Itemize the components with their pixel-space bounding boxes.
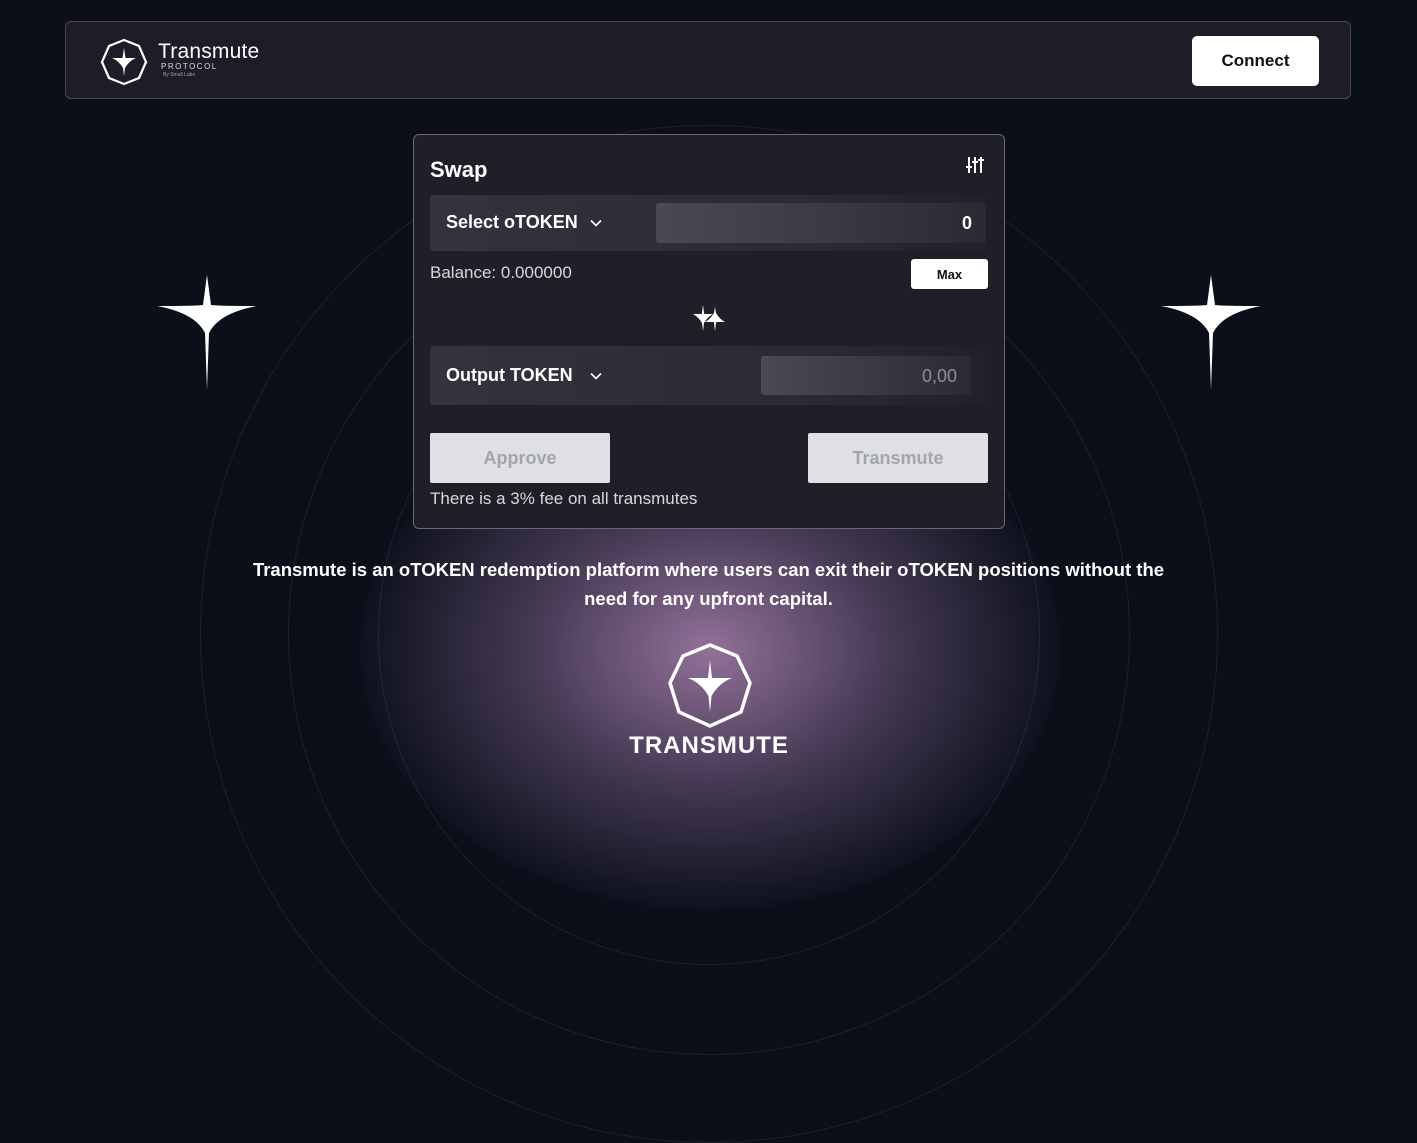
swap-card: Swap Select oTOKEN 0 Balance: 0.000000 M… <box>413 134 1005 529</box>
top-navbar: Transmute PROTOCOL By Small Labs Connect <box>65 21 1351 99</box>
input-amount-value: 0 <box>961 213 972 233</box>
left-sparkle-star-icon <box>157 275 257 390</box>
connect-wallet-button[interactable]: Connect <box>1192 36 1319 86</box>
chevron-down-icon <box>590 372 602 380</box>
brand-logo[interactable]: Transmute PROTOCOL By Small Labs <box>100 36 290 86</box>
logo-subtitle: PROTOCOL <box>161 62 218 71</box>
approve-button[interactable]: Approve <box>430 433 610 483</box>
output-token-dropdown[interactable]: Output TOKEN <box>430 346 630 405</box>
platform-description: Transmute is an oTOKEN redemption platfo… <box>252 559 1165 609</box>
transmute-logo-icon <box>100 38 148 86</box>
footer-wordmark: TRANSMUTE <box>629 732 789 759</box>
output-amount-field: 0,00 <box>761 356 971 395</box>
swap-stars-icon[interactable] <box>691 303 727 333</box>
output-amount-value: 0,00 <box>921 366 957 386</box>
chevron-down-icon <box>590 219 602 227</box>
right-sparkle-star-icon <box>1161 275 1261 390</box>
fee-note: There is a 3% fee on all transmutes <box>430 489 698 508</box>
logo-title: Transmute <box>158 40 260 63</box>
transmute-logo-icon <box>668 643 752 728</box>
settings-sliders-icon[interactable] <box>965 155 985 175</box>
output-token-label: Output TOKEN <box>446 365 573 385</box>
select-otoken-label: Select oTOKEN <box>446 212 578 232</box>
input-amount-field[interactable]: 0 <box>656 203 986 243</box>
balance-text: Balance: 0.000000 <box>430 263 572 282</box>
transmute-button[interactable]: Transmute <box>808 433 988 483</box>
input-token-row: Select oTOKEN 0 <box>430 195 986 251</box>
output-token-row: Output TOKEN 0,00 <box>430 346 986 405</box>
swap-title: Swap <box>430 157 488 182</box>
logo-by-line: By Small Labs <box>163 72 195 78</box>
max-button[interactable]: Max <box>911 259 988 289</box>
select-otoken-dropdown[interactable]: Select oTOKEN <box>430 195 630 251</box>
